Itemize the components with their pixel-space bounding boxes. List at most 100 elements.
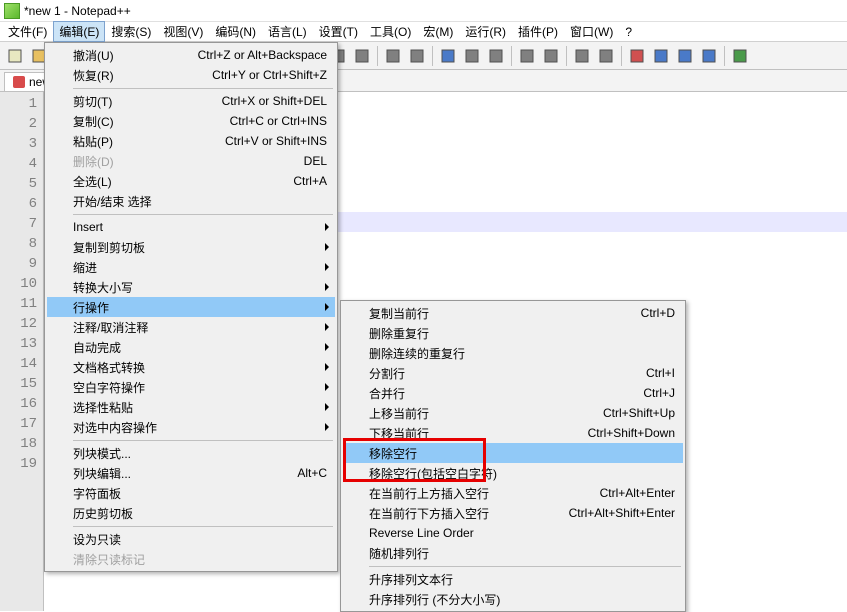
menu-plugins[interactable]: 插件(P) <box>512 21 564 42</box>
edit-menu-item-8[interactable]: 开始/结束 选择 <box>47 191 335 211</box>
edit-menu-item-7[interactable]: 全选(L)Ctrl+A <box>47 171 335 191</box>
sync-button[interactable] <box>437 45 459 67</box>
line-ops-item-1[interactable]: 删除重复行 <box>343 323 683 343</box>
edit-menu-item-10[interactable]: Insert <box>47 217 335 237</box>
replace-button[interactable] <box>351 45 373 67</box>
menu-item-label: 分割行 <box>369 365 616 382</box>
lang-button[interactable] <box>540 45 562 67</box>
toolbar-separator <box>432 46 433 66</box>
menu-item-accelerator: Ctrl+Shift+Down <box>558 426 675 440</box>
edit-menu-item-5[interactable]: 粘贴(P)Ctrl+V or Shift+INS <box>47 131 335 151</box>
menu-window[interactable]: 窗口(W) <box>564 21 619 42</box>
menu-edit[interactable]: 编辑(E) <box>53 21 105 42</box>
fold-button[interactable] <box>571 45 593 67</box>
menu-item-label: Insert <box>73 220 327 234</box>
menu-item-accelerator: Ctrl+Y or Ctrl+Shift+Z <box>182 68 327 82</box>
menu-item-accelerator: Ctrl+D <box>611 306 675 320</box>
macro-replay-button[interactable] <box>674 45 696 67</box>
edit-menu-item-1[interactable]: 恢复(R)Ctrl+Y or Ctrl+Shift+Z <box>47 65 335 85</box>
line-ops-item-10[interactable]: 在当前行下方插入空行Ctrl+Alt+Shift+Enter <box>343 503 683 523</box>
edit-menu-item-12[interactable]: 缩进 <box>47 257 335 277</box>
line-ops-item-11[interactable]: Reverse Line Order <box>343 523 683 543</box>
menu-tools[interactable]: 工具(O) <box>364 21 417 42</box>
titlebar: *new 1 - Notepad++ <box>0 0 847 22</box>
line-number: 2 <box>0 114 37 134</box>
macro-record-icon <box>629 48 645 64</box>
macro-play-button[interactable] <box>650 45 672 67</box>
edit-menu-item-3[interactable]: 剪切(T)Ctrl+X or Shift+DEL <box>47 91 335 111</box>
line-ops-item-8[interactable]: 移除空行(包括空白字符) <box>343 463 683 483</box>
unsaved-indicator-icon <box>13 76 25 88</box>
line-number: 8 <box>0 234 37 254</box>
line-ops-item-12[interactable]: 随机排列行 <box>343 543 683 563</box>
edit-menu-item-22[interactable]: 列块模式... <box>47 443 335 463</box>
new-file-button[interactable] <box>4 45 26 67</box>
edit-menu-item-14[interactable]: 行操作 <box>47 297 335 317</box>
edit-menu-item-25[interactable]: 历史剪切板 <box>47 503 335 523</box>
line-ops-item-14[interactable]: 升序排列文本行 <box>343 569 683 589</box>
line-ops-item-4[interactable]: 合并行Ctrl+J <box>343 383 683 403</box>
unfold-button[interactable] <box>595 45 617 67</box>
line-ops-item-3[interactable]: 分割行Ctrl+I <box>343 363 683 383</box>
line-ops-item-5[interactable]: 上移当前行Ctrl+Shift+Up <box>343 403 683 423</box>
edit-menu-item-18[interactable]: 空白字符操作 <box>47 377 335 397</box>
menu-item-label: 升序排列文本行 <box>369 571 675 588</box>
zoom-in-button[interactable] <box>382 45 404 67</box>
run-button[interactable] <box>729 45 751 67</box>
macro-save-button[interactable] <box>698 45 720 67</box>
line-ops-item-6[interactable]: 下移当前行Ctrl+Shift+Down <box>343 423 683 443</box>
menu-encoding[interactable]: 编码(N) <box>209 21 262 42</box>
edit-menu-item-20[interactable]: 对选中内容操作 <box>47 417 335 437</box>
menu-search[interactable]: 搜索(S) <box>105 21 157 42</box>
submenu-arrow-icon <box>325 383 329 391</box>
zoom-out-icon <box>409 48 425 64</box>
show-all-chars-button[interactable] <box>485 45 507 67</box>
menu-language[interactable]: 语言(L) <box>262 21 313 42</box>
menu-view[interactable]: 视图(V) <box>157 21 209 42</box>
show-all-chars-icon <box>488 48 504 64</box>
line-ops-item-9[interactable]: 在当前行上方插入空行Ctrl+Alt+Enter <box>343 483 683 503</box>
edit-menu-item-23[interactable]: 列块编辑...Alt+C <box>47 463 335 483</box>
line-ops-item-2[interactable]: 删除连续的重复行 <box>343 343 683 363</box>
edit-menu-item-19[interactable]: 选择性粘贴 <box>47 397 335 417</box>
edit-menu-item-13[interactable]: 转换大小写 <box>47 277 335 297</box>
macro-record-button[interactable] <box>626 45 648 67</box>
menu-item-accelerator: Ctrl+Z or Alt+Backspace <box>168 48 327 62</box>
word-wrap-button[interactable] <box>461 45 483 67</box>
menu-run[interactable]: 运行(R) <box>459 21 512 42</box>
menu-settings[interactable]: 设置(T) <box>313 21 364 42</box>
menu-item-label: 下移当前行 <box>369 425 558 442</box>
menu-item-label: 升序排列行 (不分大小写) <box>369 591 675 608</box>
menu-item-accelerator: Ctrl+V or Shift+INS <box>195 134 327 148</box>
menu-item-label: 文档格式转换 <box>73 359 327 376</box>
menu-item-accelerator: Ctrl+A <box>263 174 327 188</box>
line-number: 3 <box>0 134 37 154</box>
edit-menu-item-17[interactable]: 文档格式转换 <box>47 357 335 377</box>
zoom-out-button[interactable] <box>406 45 428 67</box>
toolbar-separator <box>621 46 622 66</box>
macro-play-icon <box>653 48 669 64</box>
edit-menu-item-24[interactable]: 字符面板 <box>47 483 335 503</box>
edit-menu-item-0[interactable]: 撤消(U)Ctrl+Z or Alt+Backspace <box>47 45 335 65</box>
menu-item-label: 字符面板 <box>73 485 327 502</box>
edit-menu-item-27[interactable]: 设为只读 <box>47 529 335 549</box>
line-number: 19 <box>0 454 37 474</box>
edit-menu-item-16[interactable]: 自动完成 <box>47 337 335 357</box>
submenu-arrow-icon <box>325 263 329 271</box>
indent-guide-button[interactable] <box>516 45 538 67</box>
edit-menu-item-4[interactable]: 复制(C)Ctrl+C or Ctrl+INS <box>47 111 335 131</box>
menu-help[interactable]: ? <box>619 23 638 41</box>
submenu-arrow-icon <box>325 323 329 331</box>
line-number: 16 <box>0 394 37 414</box>
menu-item-label: 移除空行 <box>369 445 675 462</box>
line-ops-item-0[interactable]: 复制当前行Ctrl+D <box>343 303 683 323</box>
menu-file[interactable]: 文件(F) <box>2 21 53 42</box>
line-number: 10 <box>0 274 37 294</box>
menu-item-label: 撤消(U) <box>73 47 168 64</box>
menu-item-label: 恢复(R) <box>73 67 182 84</box>
edit-menu-item-11[interactable]: 复制到剪切板 <box>47 237 335 257</box>
menu-macro[interactable]: 宏(M) <box>417 21 459 42</box>
line-ops-item-15[interactable]: 升序排列行 (不分大小写) <box>343 589 683 609</box>
edit-menu-item-15[interactable]: 注释/取消注释 <box>47 317 335 337</box>
line-ops-item-7[interactable]: 移除空行 <box>343 443 683 463</box>
